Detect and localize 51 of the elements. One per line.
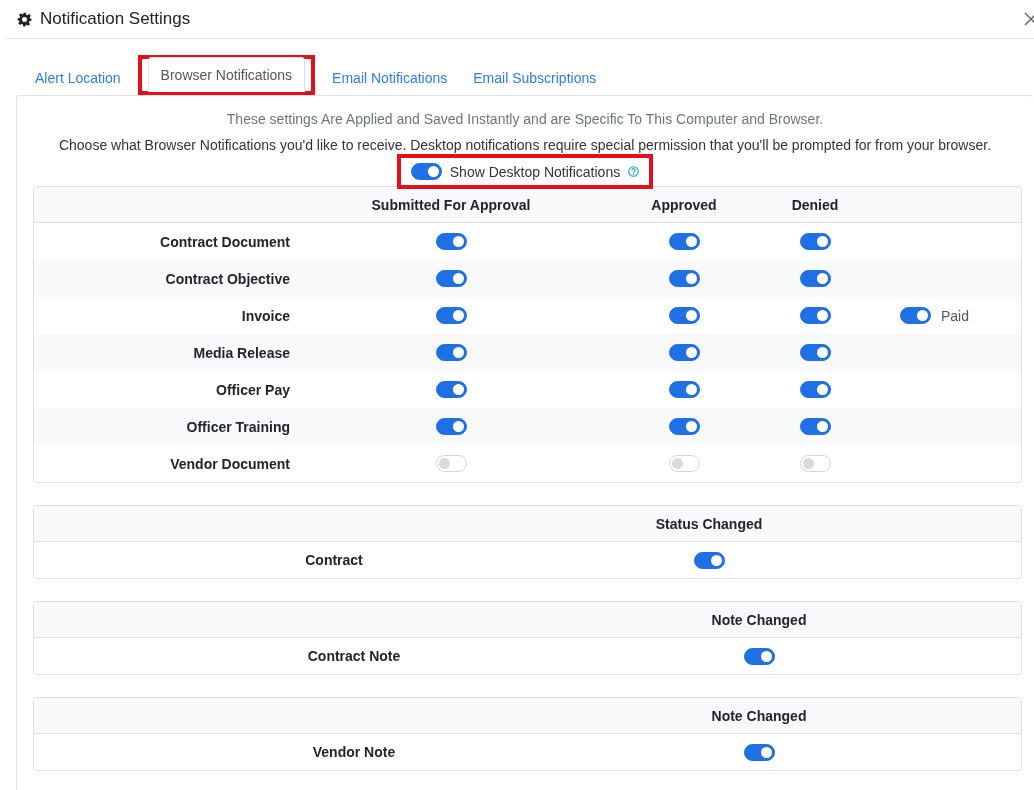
toggle-switch[interactable] (900, 307, 931, 324)
toggle-switch[interactable] (799, 418, 831, 435)
toggle-switch[interactable] (668, 418, 700, 435)
toggle-switch[interactable] (799, 307, 831, 324)
tab[interactable]: Alert Location (22, 60, 134, 95)
column-header: Approved (650, 196, 718, 213)
row-label: Invoice (240, 307, 291, 324)
row-label: Contract Note (306, 648, 402, 664)
toggle-switch[interactable] (743, 647, 775, 665)
toggle-switch[interactable] (435, 307, 467, 324)
toggle-switch[interactable] (743, 743, 775, 761)
toggle-switch[interactable] (799, 270, 831, 287)
column-header: Submitted For Approval (370, 196, 532, 213)
notice-text: These settings Are Applied and Saved Instantly and are Specific To This Computer and Browser. (225, 111, 825, 127)
row-label: Officer Pay (215, 381, 291, 398)
toggle-switch[interactable] (799, 233, 831, 250)
settings-icon (17, 11, 32, 27)
toggle-switch[interactable] (799, 344, 831, 361)
row-label: Contract (304, 552, 364, 568)
row-label: Media Release (192, 344, 291, 361)
toggle-label: Paid (941, 307, 970, 324)
column-header: Status Changed (654, 515, 764, 532)
help-icon[interactable] (628, 166, 640, 177)
toggle-switch[interactable] (668, 307, 700, 324)
toggle-switch[interactable] (435, 381, 467, 398)
toggle-label: Show Desktop Notifications (449, 163, 621, 180)
toggle-switch[interactable] (435, 233, 467, 250)
column-header: Note Changed (710, 611, 808, 628)
toggle-switch[interactable] (410, 163, 442, 180)
toggle-switch[interactable] (435, 344, 467, 361)
toggle-switch[interactable] (668, 344, 700, 361)
toggle-switch[interactable] (435, 418, 467, 435)
tab[interactable]: Email Subscriptions (460, 60, 610, 95)
toggle-switch[interactable] (693, 551, 725, 569)
tab[interactable]: Browser Notifications (147, 57, 306, 92)
intro-text: Choose what Browser Notifications you'd like to receive. Desktop notifications require special permission that you'll be prompted for from your browser. (57, 137, 993, 153)
tab[interactable]: Email Notifications (319, 60, 461, 95)
toggle-switch[interactable] (668, 270, 700, 287)
toggle-switch[interactable] (435, 270, 467, 287)
column-header: Note Changed (710, 707, 808, 724)
row-label: Contract Objective (164, 270, 291, 287)
row-label: Vendor Document (169, 455, 291, 472)
column-header: Denied (790, 196, 840, 213)
row-label: Vendor Note (311, 744, 397, 760)
close-icon[interactable] (1024, 12, 1034, 26)
toggle-switch[interactable] (668, 381, 700, 398)
toggle-switch[interactable] (799, 381, 831, 398)
toggle-switch[interactable] (668, 233, 700, 250)
row-label: Officer Training (185, 418, 291, 435)
dialog-title: Notification Settings (40, 9, 191, 29)
row-label: Contract Document (159, 233, 291, 250)
